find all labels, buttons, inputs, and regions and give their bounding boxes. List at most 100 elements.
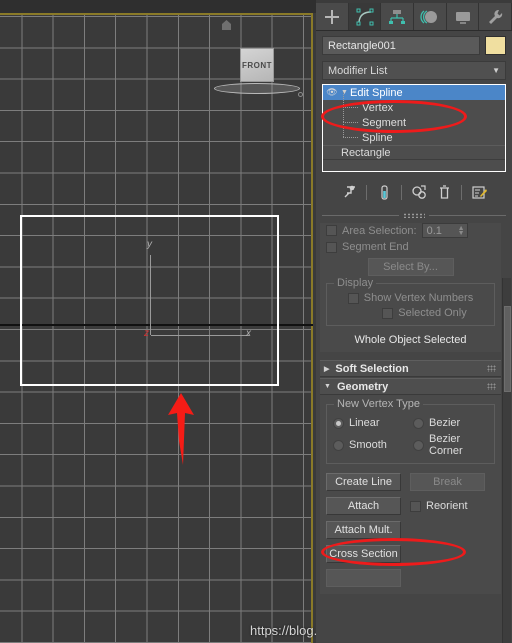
- stack-item-edit-spline[interactable]: 👁 ▼ Edit Spline: [323, 85, 505, 100]
- splitter-line-left: [322, 214, 399, 216]
- axis-z-label: z: [144, 328, 149, 339]
- create-line-break-row: Create Line Break: [326, 473, 495, 491]
- area-selection-row[interactable]: Area Selection: 0.1 ▲ ▼: [326, 223, 495, 238]
- make-unique-icon[interactable]: [408, 181, 430, 203]
- configure-modifier-sets-icon[interactable]: [468, 181, 490, 203]
- stack-subobject-label: Spline: [362, 131, 393, 144]
- watermark-text: https://blog.csdn.net/wodownload2: [250, 623, 316, 638]
- radio-linear-dot[interactable]: [333, 417, 344, 429]
- radio-bezier[interactable]: Bezier: [413, 417, 488, 429]
- next-button-placeholder[interactable]: [326, 569, 401, 587]
- selected-only-row[interactable]: Selected Only: [333, 307, 488, 319]
- viewcube-compass-ring[interactable]: [214, 83, 300, 94]
- pin-stack-icon[interactable]: [338, 181, 360, 203]
- attach-button[interactable]: Attach: [326, 497, 401, 515]
- reorient-row[interactable]: Reorient: [410, 500, 468, 512]
- area-selection-spinner[interactable]: 0.1 ▲ ▼: [421, 223, 468, 238]
- attach-mult-row: Attach Mult.: [326, 521, 495, 539]
- hierarchy-icon: [389, 9, 406, 24]
- segment-end-row[interactable]: Segment End: [326, 241, 495, 253]
- stack-subobject-vertex[interactable]: Vertex: [323, 92, 505, 115]
- viewcube-icon[interactable]: FRONT: [240, 48, 274, 82]
- geometry-rollout-title: Geometry: [336, 380, 389, 393]
- radio-smooth[interactable]: Smooth: [333, 439, 408, 451]
- axis-y-line: [150, 255, 151, 335]
- modifier-stack[interactable]: 👁 ▼ Edit Spline Vertex Segment Spline Re…: [322, 84, 506, 172]
- next-button-row: [326, 569, 495, 587]
- command-panel: Rectangle001 Modifier List ▼ 👁 ▼ Edit Sp…: [316, 0, 512, 643]
- area-selection-checkbox[interactable]: [326, 225, 337, 236]
- display-group-title: Display: [334, 277, 377, 289]
- panel-scrollbar[interactable]: [502, 278, 511, 643]
- spinner-arrows-icon[interactable]: ▲ ▼: [458, 225, 465, 237]
- viewport-front[interactable]: FRONT y x z https://blog.csdn.net/wodown…: [0, 0, 316, 643]
- display-monitor-icon: [455, 11, 470, 24]
- new-vertex-type-group: New Vertex Type Linear Bezier Smooth Bez…: [326, 398, 495, 464]
- panel-splitter[interactable]: [322, 210, 506, 220]
- modifier-stack-toolbar: [322, 176, 506, 208]
- chevron-down-icon[interactable]: ▼: [324, 383, 331, 390]
- show-end-result-icon[interactable]: [373, 181, 395, 203]
- chevron-down-icon: ▼: [492, 66, 500, 75]
- radio-bezier-corner[interactable]: Bezier Corner: [413, 433, 488, 457]
- stack-item-rectangle[interactable]: Rectangle: [323, 145, 505, 160]
- eye-icon[interactable]: 👁: [325, 87, 339, 98]
- remove-modifier-icon[interactable]: [433, 181, 455, 203]
- app-root: FRONT y x z https://blog.csdn.net/wodown…: [0, 0, 512, 643]
- selected-only-checkbox[interactable]: [382, 307, 394, 319]
- toolbar-separator: [401, 184, 402, 200]
- object-name-field[interactable]: Rectangle001: [322, 36, 480, 55]
- radio-linear[interactable]: Linear: [333, 417, 408, 429]
- show-vertex-numbers-row[interactable]: Show Vertex Numbers: [333, 292, 488, 304]
- rollout-grip-icon[interactable]: [487, 383, 496, 390]
- geometry-rollout: ▼ Geometry New Vertex Type Linear Bezier…: [320, 378, 501, 594]
- selection-status-text: Whole Object Selected: [354, 334, 467, 346]
- select-by-button[interactable]: Select By...: [367, 258, 454, 276]
- chevron-right-icon[interactable]: ▶: [324, 365, 329, 373]
- vertex-type-row-2: Smooth Bezier Corner: [333, 433, 488, 457]
- object-color-swatch[interactable]: [485, 36, 506, 55]
- display-group: Display Show Vertex Numbers Selected Onl…: [326, 277, 495, 326]
- tab-motion[interactable]: [414, 3, 447, 30]
- selection-rollout-body: Area Selection: 0.1 ▲ ▼ Segment End Selec…: [320, 223, 501, 352]
- splitter-line-right: [429, 214, 506, 216]
- splitter-grip[interactable]: [403, 212, 425, 218]
- tab-display[interactable]: [446, 3, 480, 30]
- vertex-type-row-1: Linear Bezier: [333, 417, 488, 429]
- area-selection-label: Area Selection:: [342, 224, 417, 237]
- tab-create[interactable]: [316, 3, 349, 30]
- geometry-rollout-header[interactable]: ▼ Geometry: [320, 378, 501, 395]
- radio-bezier-dot[interactable]: [413, 417, 424, 429]
- create-line-button[interactable]: Create Line: [326, 473, 401, 491]
- cross-section-button[interactable]: Cross Section: [326, 545, 401, 563]
- tab-hierarchy[interactable]: [381, 3, 415, 30]
- viewcube-label: FRONT: [241, 60, 273, 70]
- object-name-row: Rectangle001: [316, 31, 512, 58]
- stack-subobject-segment[interactable]: Segment: [323, 107, 505, 130]
- stack-subobject-spline[interactable]: Spline: [323, 122, 505, 145]
- compass-dot-icon: [298, 92, 303, 97]
- viewport-top-strip: [0, 0, 316, 13]
- modifier-list-dropdown[interactable]: Modifier List ▼: [322, 61, 506, 80]
- motion-circle-icon: [420, 9, 437, 24]
- viewport-active-border-right: [311, 13, 313, 643]
- soft-selection-rollout-header[interactable]: ▶ Soft Selection: [320, 360, 501, 377]
- panel-scrollbar-thumb[interactable]: [504, 306, 511, 392]
- rollout-grip-icon[interactable]: [487, 365, 496, 372]
- new-vertex-type-title: New Vertex Type: [334, 398, 423, 410]
- show-vertex-numbers-checkbox[interactable]: [347, 292, 359, 304]
- expander-triangle-icon[interactable]: ▼: [339, 89, 350, 96]
- selected-only-label: Selected Only: [398, 307, 467, 319]
- toolbar-separator: [366, 184, 367, 200]
- radio-smooth-dot[interactable]: [333, 439, 344, 451]
- attach-reorient-row: Attach Reorient: [326, 497, 495, 515]
- radio-bezier-corner-dot[interactable]: [413, 439, 424, 451]
- tab-utilities[interactable]: [479, 3, 512, 30]
- soft-selection-rollout: ▶ Soft Selection: [320, 360, 501, 377]
- tab-modify[interactable]: [348, 3, 382, 30]
- reorient-checkbox[interactable]: [410, 500, 421, 512]
- segment-end-checkbox[interactable]: [326, 241, 337, 253]
- red-up-arrow-annotation: [167, 393, 195, 465]
- attach-mult-button[interactable]: Attach Mult.: [326, 521, 401, 539]
- break-button[interactable]: Break: [410, 473, 485, 491]
